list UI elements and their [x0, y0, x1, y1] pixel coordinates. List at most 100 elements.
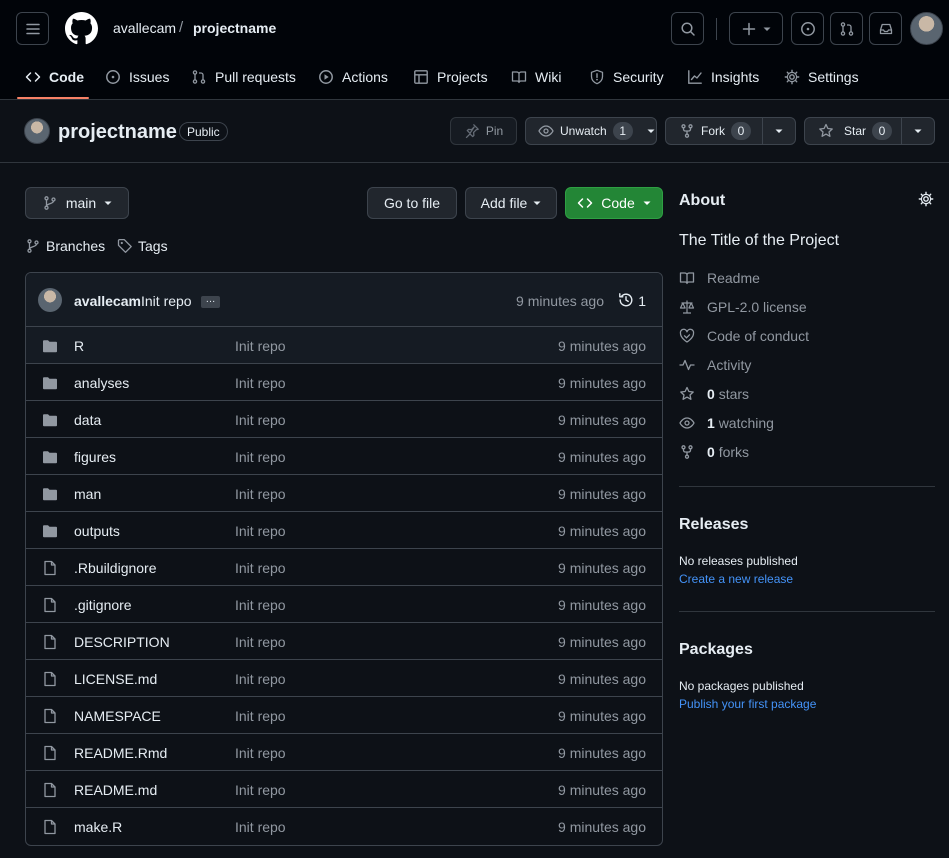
file-row[interactable]: figures Init repo 9 minutes ago: [26, 438, 662, 475]
user-avatar[interactable]: [910, 12, 943, 45]
code-of-conduct-link[interactable]: Code of conduct: [679, 328, 809, 344]
file-commit-message[interactable]: Init repo: [235, 782, 286, 798]
file-name[interactable]: .Rbuildignore: [74, 560, 157, 576]
tab-actions[interactable]: Actions: [318, 63, 388, 91]
file-row[interactable]: analyses Init repo 9 minutes ago: [26, 364, 662, 401]
tab-pull-requests[interactable]: Pull requests: [191, 63, 296, 91]
activity-link[interactable]: Activity: [679, 357, 751, 373]
tab-insights[interactable]: Insights: [687, 63, 759, 91]
tags-link[interactable]: Tags: [117, 238, 168, 254]
file-commit-message[interactable]: Init repo: [235, 745, 286, 761]
create-new-button[interactable]: [729, 12, 783, 45]
packages-title[interactable]: Packages: [679, 641, 753, 659]
file-commit-message[interactable]: Init repo: [235, 486, 286, 502]
breadcrumb-repo[interactable]: projectname: [193, 20, 276, 36]
file-commit-time: 9 minutes ago: [558, 782, 646, 798]
create-release-link[interactable]: Create a new release: [679, 572, 793, 586]
file-commit-message[interactable]: Init repo: [235, 412, 286, 428]
publish-package-link[interactable]: Publish your first package: [679, 697, 816, 711]
history-icon[interactable]: [618, 292, 634, 308]
repo-title[interactable]: projectname: [58, 121, 177, 144]
issues-button[interactable]: [791, 12, 824, 45]
repo-description: The Title of the Project: [679, 232, 840, 249]
file-row[interactable]: README.md Init repo 9 minutes ago: [26, 771, 662, 808]
file-commit-message[interactable]: Init repo: [235, 634, 286, 650]
file-row[interactable]: .Rbuildignore Init repo 9 minutes ago: [26, 549, 662, 586]
file-row[interactable]: NAMESPACE Init repo 9 minutes ago: [26, 697, 662, 734]
commit-expand-button[interactable]: …: [201, 295, 220, 308]
file-name[interactable]: README.Rmd: [74, 745, 167, 761]
commit-author[interactable]: avallecam: [74, 293, 141, 309]
file-icon: [42, 634, 58, 650]
pin-label: Pin: [485, 124, 504, 138]
file-name[interactable]: data: [74, 412, 101, 428]
menu-button[interactable]: [16, 12, 49, 45]
commit-message[interactable]: Init repo: [141, 293, 192, 309]
stars-link[interactable]: 0 stars: [679, 386, 749, 402]
file-name[interactable]: README.md: [74, 782, 157, 798]
search-button[interactable]: [671, 12, 704, 45]
gear-icon[interactable]: [918, 191, 934, 207]
file-name[interactable]: man: [74, 486, 101, 502]
file-commit-message[interactable]: Init repo: [235, 449, 286, 465]
file-commit-message[interactable]: Init repo: [235, 523, 286, 539]
code-button[interactable]: Code: [565, 187, 663, 219]
file-commit-message[interactable]: Init repo: [235, 708, 286, 724]
file-row[interactable]: R Init repo 9 minutes ago: [26, 327, 662, 364]
breadcrumb-owner[interactable]: avallecam: [113, 20, 176, 36]
file-table: avallecam Init repo … 9 minutes ago 1 R I…: [25, 272, 663, 846]
file-row[interactable]: outputs Init repo 9 minutes ago: [26, 512, 662, 549]
star-button[interactable]: Star 0: [804, 117, 902, 145]
star-dropdown-button[interactable]: [901, 117, 935, 145]
file-commit-message[interactable]: Init repo: [235, 671, 286, 687]
file-commit-message[interactable]: Init repo: [235, 338, 286, 354]
file-row[interactable]: make.R Init repo 9 minutes ago: [26, 808, 662, 845]
fork-button[interactable]: Fork 0: [665, 117, 763, 145]
branches-link[interactable]: Branches: [25, 238, 105, 254]
watch-button[interactable]: Unwatch 1: [525, 117, 657, 145]
pin-button[interactable]: Pin: [450, 117, 517, 145]
file-name[interactable]: analyses: [74, 375, 129, 391]
tab-security[interactable]: Security: [589, 63, 664, 91]
tab-issues[interactable]: Issues: [105, 63, 169, 91]
file-row[interactable]: .gitignore Init repo 9 minutes ago: [26, 586, 662, 623]
tab-projects[interactable]: Projects: [413, 63, 488, 91]
github-logo-icon[interactable]: [65, 12, 98, 45]
releases-title[interactable]: Releases: [679, 516, 748, 534]
tab-code[interactable]: Code: [25, 63, 84, 91]
pull-requests-button[interactable]: [830, 12, 863, 45]
file-name[interactable]: R: [74, 338, 84, 354]
file-name[interactable]: make.R: [74, 819, 122, 835]
fork-dropdown-button[interactable]: [762, 117, 796, 145]
code-icon: [577, 195, 593, 211]
commit-author-avatar[interactable]: [38, 288, 62, 312]
file-commit-message[interactable]: Init repo: [235, 375, 286, 391]
file-name[interactable]: NAMESPACE: [74, 708, 161, 724]
pulse-icon: [679, 357, 695, 373]
inbox-button[interactable]: [869, 12, 902, 45]
readme-link[interactable]: Readme: [679, 270, 760, 286]
file-name[interactable]: LICENSE.md: [74, 671, 157, 687]
file-name[interactable]: DESCRIPTION: [74, 634, 170, 650]
tab-settings[interactable]: Settings: [784, 63, 859, 91]
file-row[interactable]: DESCRIPTION Init repo 9 minutes ago: [26, 623, 662, 660]
file-commit-message[interactable]: Init repo: [235, 819, 286, 835]
tab-wiki[interactable]: Wiki: [511, 63, 561, 91]
file-row[interactable]: README.Rmd Init repo 9 minutes ago: [26, 734, 662, 771]
forks-link[interactable]: 0 forks: [679, 444, 749, 460]
repo-owner-avatar[interactable]: [24, 118, 50, 144]
add-file-button[interactable]: Add file: [465, 187, 557, 219]
commit-count[interactable]: 1: [638, 293, 646, 309]
file-row[interactable]: man Init repo 9 minutes ago: [26, 475, 662, 512]
license-link[interactable]: GPL-2.0 license: [679, 299, 807, 315]
file-commit-message[interactable]: Init repo: [235, 597, 286, 613]
watching-link[interactable]: 1 watching: [679, 415, 774, 431]
file-name[interactable]: outputs: [74, 523, 120, 539]
file-row[interactable]: data Init repo 9 minutes ago: [26, 401, 662, 438]
go-to-file-button[interactable]: Go to file: [367, 187, 457, 219]
file-row[interactable]: LICENSE.md Init repo 9 minutes ago: [26, 660, 662, 697]
branch-selector[interactable]: main: [25, 187, 129, 219]
file-name[interactable]: figures: [74, 449, 116, 465]
file-name[interactable]: .gitignore: [74, 597, 132, 613]
file-commit-message[interactable]: Init repo: [235, 560, 286, 576]
